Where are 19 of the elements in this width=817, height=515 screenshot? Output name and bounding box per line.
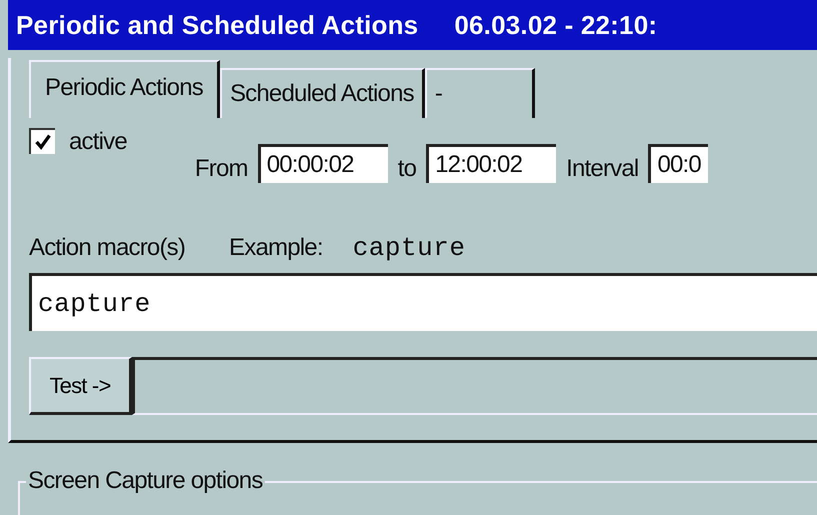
tab[interactable]: Periodic Actions xyxy=(29,60,220,118)
tab[interactable]: - xyxy=(424,68,535,118)
input-field[interactable]: capture xyxy=(29,273,817,331)
field-label: to xyxy=(398,155,416,183)
field-label: Action macro(s) xyxy=(29,234,186,262)
checkbox[interactable] xyxy=(29,128,55,154)
check-icon xyxy=(34,133,52,151)
input-field[interactable]: 00:0 xyxy=(648,144,708,183)
window-title: Periodic and Scheduled Actions xyxy=(16,10,418,40)
example-text: capture xyxy=(352,233,466,263)
date-time: 06.03.02 - 22:10: xyxy=(454,10,658,40)
checkbox-label: active xyxy=(69,128,127,156)
field-label: From xyxy=(194,155,248,183)
test-button[interactable]: Test -> xyxy=(29,357,132,415)
input-field[interactable]: 12:00:02 xyxy=(426,144,556,183)
tab[interactable]: Scheduled Actions xyxy=(220,68,425,118)
input-field[interactable]: 00:00:02 xyxy=(258,144,388,183)
example-label: Example: xyxy=(229,234,323,262)
field-label: Interval xyxy=(566,155,638,183)
